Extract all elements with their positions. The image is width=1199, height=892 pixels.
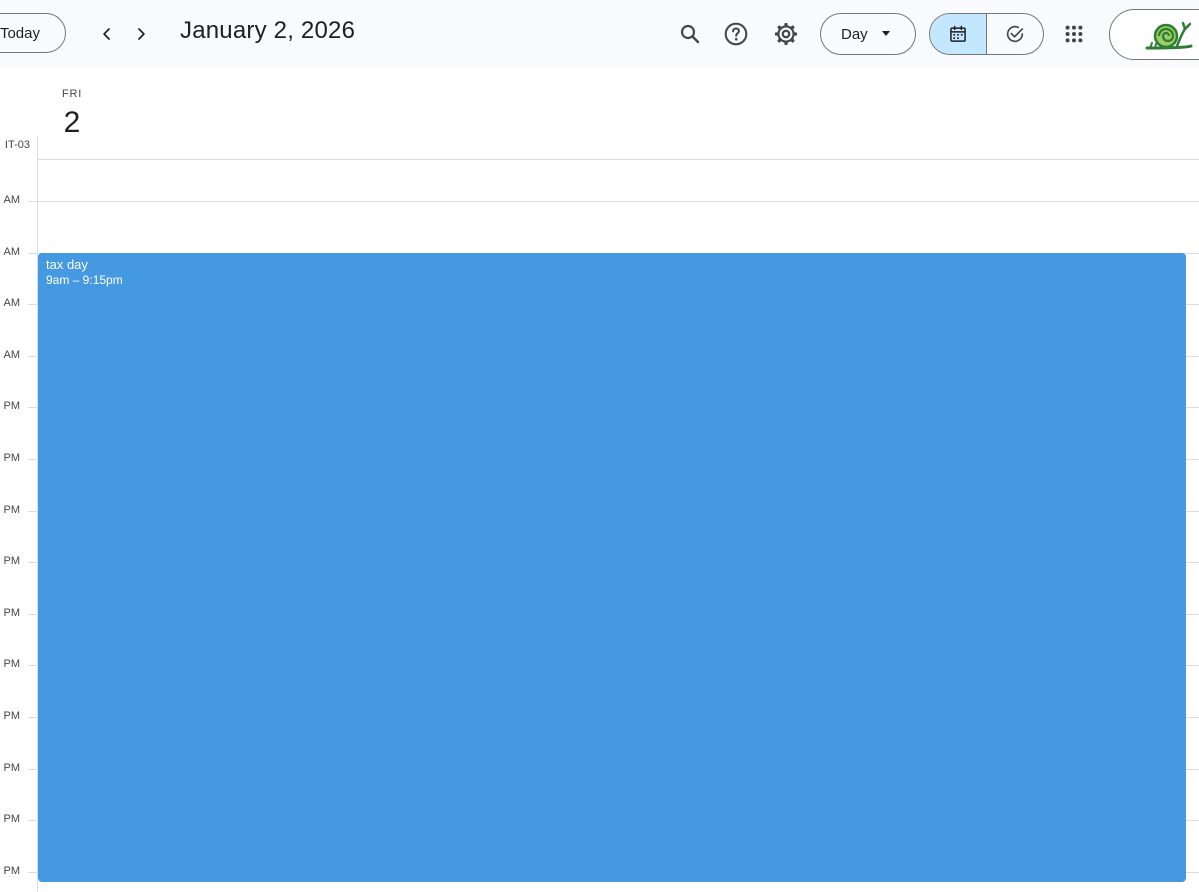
view-mode-toggle bbox=[929, 13, 1044, 55]
view-selector-label: Day bbox=[841, 25, 868, 43]
tasks-view-button[interactable] bbox=[987, 14, 1043, 54]
hour-label: PM bbox=[3, 607, 21, 619]
hour-label: PM bbox=[3, 400, 21, 412]
today-button-label: Today bbox=[0, 24, 40, 42]
hour-label: PM bbox=[3, 452, 21, 464]
hour-grid-line bbox=[28, 201, 1199, 202]
current-date-title: January 2, 2026 bbox=[180, 17, 356, 44]
settings-button[interactable] bbox=[768, 16, 804, 52]
caret-down-icon bbox=[882, 31, 890, 36]
hour-label: PM bbox=[3, 710, 21, 722]
day-column-header: FRI 2 IT-03 bbox=[0, 68, 1199, 160]
day-of-week-label: FRI bbox=[61, 88, 83, 100]
hour-label: AM bbox=[3, 194, 21, 206]
chevron-right-icon bbox=[138, 28, 145, 40]
calendar-icon bbox=[950, 25, 966, 42]
calendar-event[interactable]: tax day 9am – 9:15pm bbox=[38, 253, 1186, 882]
hour-label: AM bbox=[3, 246, 21, 258]
day-of-month-number[interactable]: 2 bbox=[47, 106, 97, 140]
calendar-view-button[interactable] bbox=[930, 14, 986, 54]
hour-label: PM bbox=[3, 504, 21, 516]
hour-label: PM bbox=[3, 658, 21, 670]
today-button[interactable]: Today bbox=[0, 13, 66, 53]
chevron-left-icon bbox=[103, 28, 110, 40]
hour-label: PM bbox=[3, 555, 21, 567]
account-button[interactable] bbox=[1109, 9, 1199, 60]
hour-label: AM bbox=[3, 349, 21, 361]
apps-button[interactable] bbox=[1056, 16, 1092, 52]
hour-label: PM bbox=[3, 762, 21, 774]
hour-label: AM bbox=[3, 297, 21, 309]
gear-icon bbox=[774, 22, 798, 46]
header-divider bbox=[37, 159, 1199, 160]
top-bar: Today January 2, 2026 Day bbox=[0, 0, 1199, 68]
help-icon bbox=[724, 22, 748, 46]
timezone-label: IT-03 bbox=[4, 139, 30, 151]
event-title: tax day bbox=[46, 257, 88, 272]
next-day-button[interactable] bbox=[125, 18, 157, 50]
snail-logo-icon bbox=[1145, 21, 1193, 50]
search-icon bbox=[680, 24, 700, 44]
view-selector[interactable]: Day bbox=[820, 13, 916, 55]
task-check-icon bbox=[1006, 25, 1024, 43]
help-button[interactable] bbox=[718, 16, 754, 52]
search-button[interactable] bbox=[672, 16, 708, 52]
previous-day-button[interactable] bbox=[91, 18, 123, 50]
event-time-range: 9am – 9:15pm bbox=[46, 273, 123, 287]
hour-label: PM bbox=[3, 865, 21, 877]
hour-label: PM bbox=[3, 813, 21, 825]
apps-grid-icon bbox=[1065, 25, 1083, 43]
